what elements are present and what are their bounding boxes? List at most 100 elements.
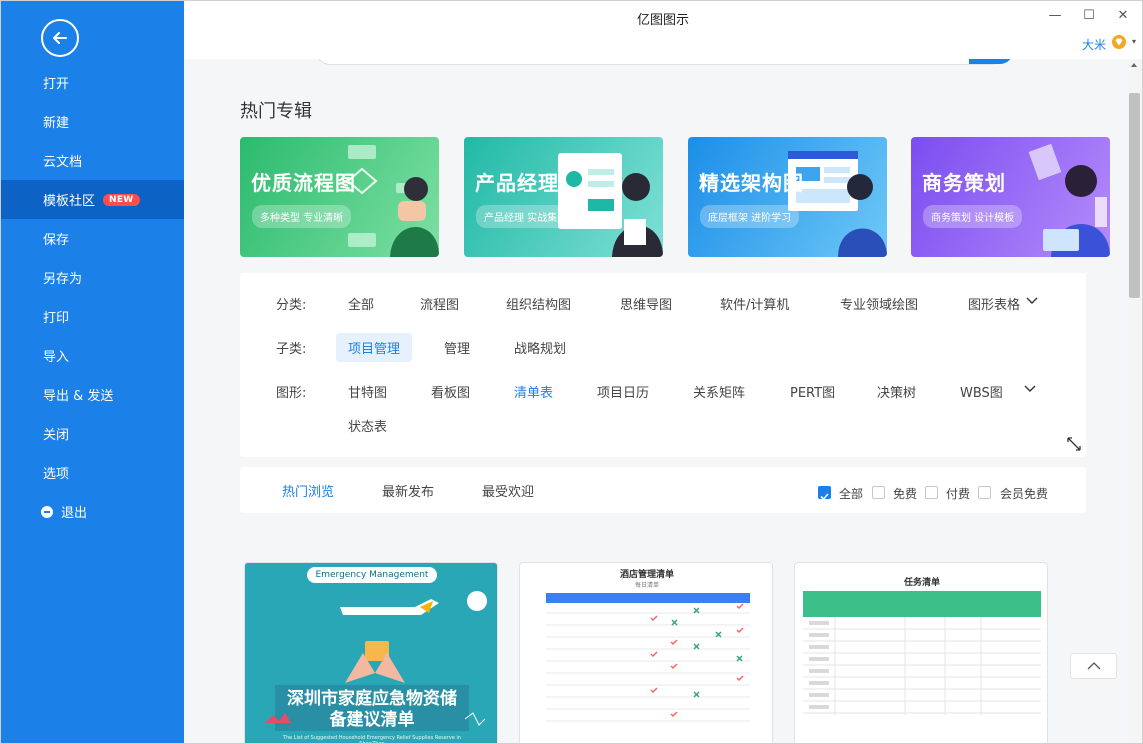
user-menu-chevron-icon[interactable]: ▾ (1132, 37, 1136, 46)
minimize-button[interactable]: — (1046, 7, 1064, 23)
template-card[interactable]: Emergency Management 深圳市家庭应急物资储备建议清单 The… (244, 562, 498, 744)
app-title: 亿图图示 (184, 9, 1142, 28)
sidebar-item-label: 导出 & 发送 (43, 385, 113, 404)
shape-gantt[interactable]: 甘特图 (336, 377, 399, 406)
sidebar-item-print[interactable]: 打印 (1, 297, 184, 336)
scroll-to-top-button[interactable] (1070, 653, 1117, 679)
sidebar-item-label: 另存为 (43, 268, 82, 287)
sidebar-item-label: 保存 (43, 229, 69, 248)
sidebar-item-import[interactable]: 导入 (1, 336, 184, 375)
category-flowchart[interactable]: 流程图 (408, 289, 471, 318)
business-planning-illustration (911, 137, 1110, 257)
shape-pert[interactable]: PERT图 (778, 377, 847, 406)
category-label: 分类: (276, 294, 306, 313)
exit-icon (41, 506, 53, 518)
sidebar: 打开 新建 云文档 模板社区NEW 保存 另存为 打印 导入 导出 & 发送 关… (1, 1, 184, 744)
sidebar-item-label: 导入 (43, 346, 69, 365)
user-name[interactable]: 大米 (1082, 36, 1106, 53)
expand-icon[interactable] (1067, 437, 1081, 451)
section-title: 热门专辑 (240, 97, 312, 123)
filter-all-label: 全部 (839, 485, 863, 502)
category-org-chart[interactable]: 组织结构图 (494, 289, 583, 318)
sidebar-item-save[interactable]: 保存 (1, 219, 184, 258)
back-button[interactable] (41, 19, 79, 57)
banner-tag: 多种类型 专业清晰 (252, 205, 351, 228)
template-card[interactable]: 酒店管理清单 每日清单 (519, 562, 773, 744)
sidebar-item-save-as[interactable]: 另存为 (1, 258, 184, 297)
banner-flowchart[interactable]: 优质流程图 多种类型 专业清晰 (240, 137, 439, 257)
banner-tag: 底层框架 进阶学习 (700, 205, 799, 228)
shape-relation-matrix[interactable]: 关系矩阵 (681, 377, 757, 406)
checkmark-icon (819, 491, 830, 502)
card-subtitle: The List of Suggested Household Emergenc… (279, 735, 465, 744)
shape-status-table[interactable]: 状态表 (336, 411, 399, 440)
shape-kanban[interactable]: 看板图 (419, 377, 482, 406)
card-title: 任务清单 (795, 575, 1048, 588)
banner-title: 优质流程图 (251, 167, 356, 196)
flowchart-illustration (240, 137, 439, 257)
sidebar-item-close[interactable]: 关闭 (1, 414, 184, 453)
category-graphic-table[interactable]: 图形表格 (956, 289, 1032, 318)
vip-diamond-icon (1112, 35, 1126, 49)
tab-latest[interactable]: 最新发布 (382, 481, 434, 500)
sidebar-item-label: 新建 (43, 112, 69, 131)
sidebar-item-label: 云文档 (43, 151, 82, 170)
vertical-scrollbar[interactable] (1127, 59, 1142, 744)
app-window: 打开 新建 云文档 模板社区NEW 保存 另存为 打印 导入 导出 & 发送 关… (0, 0, 1143, 744)
subcategory-management[interactable]: 管理 (432, 333, 482, 362)
shape-chevron-down-icon[interactable] (1024, 385, 1036, 393)
tab-popular[interactable]: 最受欢迎 (482, 481, 534, 500)
chevron-up-icon (1087, 662, 1101, 670)
shape-wbs[interactable]: WBS图 (948, 377, 1015, 406)
category-professional[interactable]: 专业领域绘图 (828, 289, 930, 318)
sidebar-item-cloud-docs[interactable]: 云文档 (1, 141, 184, 180)
category-chevron-down-icon[interactable] (1026, 297, 1038, 305)
product-manager-illustration (464, 137, 663, 257)
sidebar-item-export-send[interactable]: 导出 & 发送 (1, 375, 184, 414)
arrow-left-icon (50, 28, 70, 48)
filter-free-label: 免费 (893, 485, 917, 502)
shape-checklist[interactable]: 清单表 (502, 377, 565, 406)
sidebar-item-open[interactable]: 打开 (1, 63, 184, 102)
shape-decision-tree[interactable]: 决策树 (865, 377, 928, 406)
shape-project-calendar[interactable]: 项目日历 (585, 377, 661, 406)
card-title: 深圳市家庭应急物资储备建议清单 (281, 689, 463, 731)
scroll-up-arrow-icon[interactable] (1131, 63, 1137, 67)
maximize-icon: ☐ (1083, 8, 1095, 23)
category-all[interactable]: 全部 (336, 289, 386, 318)
sidebar-item-new[interactable]: 新建 (1, 102, 184, 141)
filter-member-free-checkbox[interactable] (978, 486, 991, 499)
sidebar-item-template-community[interactable]: 模板社区NEW (1, 180, 184, 219)
sidebar-item-options[interactable]: 选项 (1, 453, 184, 492)
hotel-checklist-thumbnail (520, 591, 773, 744)
close-icon: ✕ (1118, 8, 1129, 23)
banner-tag: 商务策划 设计模板 (923, 205, 1022, 228)
filter-paid-checkbox[interactable] (925, 486, 938, 499)
banner-architecture[interactable]: 精选架构图 底层框架 进阶学习 (688, 137, 887, 257)
subcategory-project-management[interactable]: 项目管理 (336, 333, 412, 362)
filter-free-checkbox[interactable] (872, 486, 885, 499)
close-button[interactable]: ✕ (1114, 7, 1132, 23)
main-content: 热门专辑 优质流程图 多种类型 专业清晰 (184, 59, 1127, 744)
banner-business-planning[interactable]: 商务策划 商务策划 设计模板 (911, 137, 1110, 257)
filter-panel: 分类: 全部 流程图 组织结构图 思维导图 软件/计算机 专业领域绘图 图形表格… (240, 273, 1086, 457)
sort-tabs-bar: 热门浏览 最新发布 最受欢迎 全部 免费 付费 会员免费 (240, 467, 1086, 513)
shape-label: 图形: (276, 382, 306, 401)
banner-title: 产品经理 (475, 167, 559, 196)
tab-hot[interactable]: 热门浏览 (282, 481, 334, 500)
sidebar-item-label: 关闭 (43, 424, 69, 443)
category-mind-map[interactable]: 思维导图 (608, 289, 684, 318)
subcategory-strategy[interactable]: 战略规划 (502, 333, 578, 362)
template-card[interactable]: 任务清单 (794, 562, 1048, 744)
search-bar[interactable] (316, 59, 1006, 65)
search-button[interactable] (969, 59, 1013, 64)
scroll-thumb[interactable] (1129, 93, 1140, 298)
subcategory-label: 子类: (276, 338, 306, 357)
maximize-button[interactable]: ☐ (1080, 7, 1098, 23)
banner-product-manager[interactable]: 产品经理 产品经理 实战集合 (464, 137, 663, 257)
sidebar-item-label: 选项 (43, 463, 69, 482)
category-software[interactable]: 软件/计算机 (708, 289, 801, 318)
sidebar-item-exit[interactable]: 退出 (1, 492, 184, 531)
filter-all-checkbox[interactable] (818, 486, 831, 499)
card-title: 酒店管理清单 (520, 567, 773, 580)
